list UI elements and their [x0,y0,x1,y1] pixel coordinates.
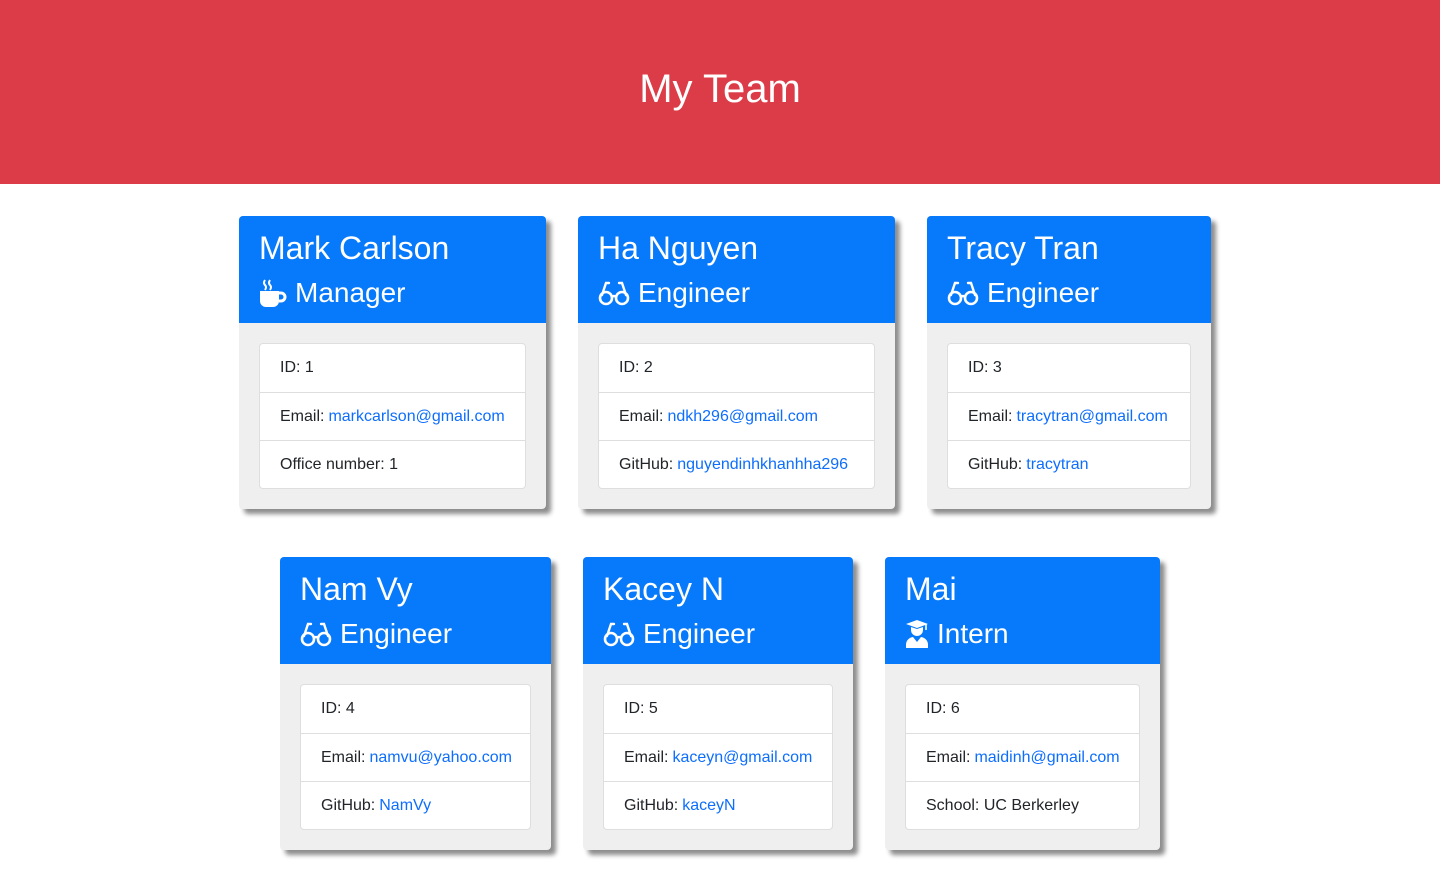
glasses-icon [947,279,979,307]
id-item: ID: 6 [906,685,1139,733]
email-link[interactable]: namvu@yahoo.com [369,749,512,767]
info-list: ID: 4 Email: namvu@yahoo.com GitHub: NamVy [300,684,531,830]
info-list: ID: 6 Email: maidinh@gmail.com School: UC… [905,684,1140,830]
card-body: ID: 6 Email: maidinh@gmail.com School: UC… [885,664,1160,850]
role-label: Intern [937,618,1009,649]
team-container: Mark Carlson Manager ID: 1 Email: markca… [0,184,1440,882]
card-body: ID: 2 Email: ndkh296@gmail.com GitHub: ngu… [578,323,895,509]
id-text: ID: 1 [280,359,314,376]
school-text: School: UC Berkerley [926,796,1079,814]
card-header: Mai Intern [885,557,1160,664]
github-label: GitHub: [321,796,376,814]
role-label: Engineer [340,618,453,649]
office-number-text: Office number: 1 [280,455,398,473]
email-item: Email: maidinh@gmail.com [906,733,1139,781]
team-row-1: Mark Carlson Manager ID: 1 Email: markca… [0,216,1440,509]
employee-role: Intern [905,617,1140,651]
employee-name: Kacey N [603,571,724,607]
employee-card-intern: Mai Intern ID: 6 Email: maidinh@gmail.co… [885,557,1160,850]
card-body: ID: 3 Email: tracytran@gmail.com GitHub: t… [927,323,1211,509]
card-body: ID: 5 Email: kaceyn@gmail.com GitHub: kace… [583,664,853,850]
github-item: GitHub: tracytran [948,440,1190,488]
id-text: ID: 6 [926,700,960,717]
id-item: ID: 4 [301,685,530,733]
github-link[interactable]: NamVy [379,797,431,815]
card-body: ID: 4 Email: namvu@yahoo.com GitHub: NamVy [280,664,551,850]
email-label: Email: [321,748,366,766]
email-item: Email: ndkh296@gmail.com [599,392,874,440]
office-number-item: Office number: 1 [260,440,525,488]
employee-role: Engineer [947,276,1191,310]
graduate-icon [905,619,929,649]
id-item: ID: 3 [948,344,1190,392]
info-list: ID: 3 Email: tracytran@gmail.com GitHub: t… [947,343,1191,489]
card-header: Nam Vy Engineer [280,557,551,664]
github-item: GitHub: nguyendinhkhanhha296 [599,440,874,488]
employee-name: Tracy Tran [947,230,1099,266]
employee-role: Engineer [603,617,833,651]
email-label: Email: [926,748,971,766]
employee-role: Engineer [598,276,875,310]
info-list: ID: 5 Email: kaceyn@gmail.com GitHub: kace… [603,684,833,830]
mug-icon [259,278,287,308]
employee-role: Manager [259,276,526,310]
employee-role: Engineer [300,617,531,651]
email-label: Email: [280,407,325,425]
glasses-icon [603,620,635,648]
page-title: My Team [639,66,801,111]
employee-card-engineer: Kacey N Engineer ID: 5 Email: kaceyn@gma… [583,557,853,850]
id-text: ID: 4 [321,700,355,717]
page-header: My Team [0,0,1440,184]
email-link[interactable]: maidinh@gmail.com [974,749,1119,767]
id-item: ID: 1 [260,344,525,392]
employee-name: Nam Vy [300,571,413,607]
id-text: ID: 5 [624,700,658,717]
github-link[interactable]: nguyendinhkhanhha296 [677,456,848,474]
school-item: School: UC Berkerley [906,781,1139,829]
card-header: Ha Nguyen Engineer [578,216,895,323]
email-item: Email: namvu@yahoo.com [301,733,530,781]
info-list: ID: 1 Email: markcarlson@gmail.com Office… [259,343,526,489]
employee-card-engineer: Nam Vy Engineer ID: 4 Email: namvu@yahoo… [280,557,551,850]
employee-card-engineer: Ha Nguyen Engineer ID: 2 Email: ndkh296@… [578,216,895,509]
id-text: ID: 2 [619,359,653,376]
github-label: GitHub: [619,455,674,473]
email-item: Email: tracytran@gmail.com [948,392,1190,440]
role-label: Manager [295,277,406,308]
email-link[interactable]: tracytran@gmail.com [1016,408,1167,426]
card-header: Tracy Tran Engineer [927,216,1211,323]
email-label: Email: [619,407,664,425]
email-label: Email: [968,407,1013,425]
github-label: GitHub: [624,796,679,814]
email-link[interactable]: markcarlson@gmail.com [328,408,504,426]
glasses-icon [598,279,630,307]
employee-name: Mark Carlson [259,230,450,266]
employee-card-manager: Mark Carlson Manager ID: 1 Email: markca… [239,216,546,509]
glasses-icon [300,620,332,648]
id-item: ID: 5 [604,685,832,733]
card-header: Kacey N Engineer [583,557,853,664]
id-text: ID: 3 [968,359,1002,376]
team-row-2: Nam Vy Engineer ID: 4 Email: namvu@yahoo… [0,557,1440,850]
role-label: Engineer [987,277,1100,308]
role-label: Engineer [643,618,756,649]
github-link[interactable]: kaceyN [682,797,735,815]
email-label: Email: [624,748,669,766]
email-item: Email: markcarlson@gmail.com [260,392,525,440]
role-label: Engineer [638,277,751,308]
email-link[interactable]: kaceyn@gmail.com [672,749,812,767]
github-label: GitHub: [968,455,1023,473]
email-item: Email: kaceyn@gmail.com [604,733,832,781]
github-link[interactable]: tracytran [1026,456,1088,474]
card-header: Mark Carlson Manager [239,216,546,323]
employee-card-engineer: Tracy Tran Engineer ID: 3 Email: tracytr… [927,216,1211,509]
email-link[interactable]: ndkh296@gmail.com [667,408,818,426]
github-item: GitHub: kaceyN [604,781,832,829]
id-item: ID: 2 [599,344,874,392]
card-body: ID: 1 Email: markcarlson@gmail.com Office… [239,323,546,509]
employee-name: Ha Nguyen [598,230,759,266]
info-list: ID: 2 Email: ndkh296@gmail.com GitHub: ngu… [598,343,875,489]
employee-name: Mai [905,571,957,607]
github-item: GitHub: NamVy [301,781,530,829]
